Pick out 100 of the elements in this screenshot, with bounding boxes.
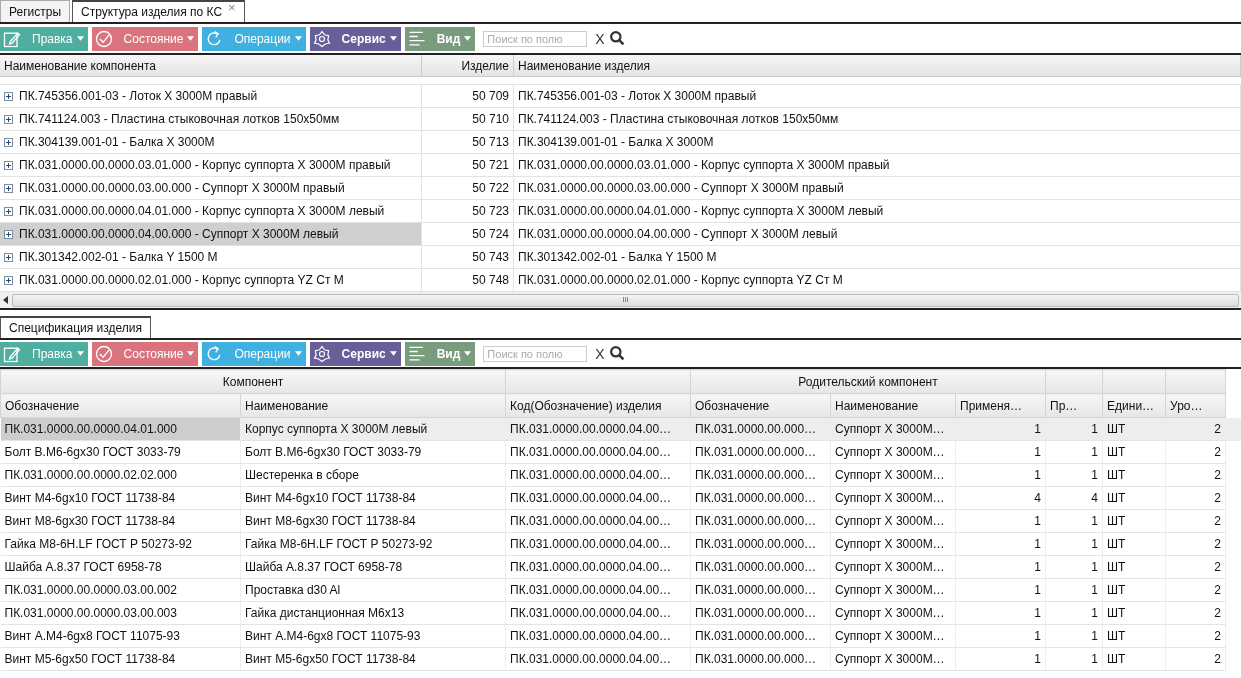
check-circle-icon [93, 343, 114, 364]
tab[interactable]: Спецификация изделия [0, 316, 151, 338]
table-row[interactable]: Винт М4-6gx10 ГОСТ 11738-84 Винт М4-6gx10 ГОСТ 11738-84 ПК.031.0000.00.0000.04.00… ПК.031.0000.00.000… Суппорт X 3000M… 4 4 ШТ 2 [0, 486, 1241, 510]
table-cell: Суппорт X 3000M… [830, 578, 956, 602]
table-cell: 50 710 [422, 108, 514, 130]
table-cell: ШТ [1102, 578, 1166, 602]
table-cell: ШТ [1102, 555, 1166, 579]
table-cell: 50 743 [422, 246, 514, 268]
grip-marks: III [622, 296, 629, 304]
column-header[interactable]: Наименование компонента [0, 55, 422, 76]
table-row[interactable]: Шайба А.8.37 ГОСТ 6958-78 Шайба А.8.37 ГОСТ 6958-78 ПК.031.0000.00.0000.04.00… ПК.031.0000.00.000… Суппорт X 3000M… 1 1 ШТ 2 [0, 555, 1241, 579]
table-cell: 50 748 [422, 269, 514, 291]
table-row[interactable]: ПК.031.0000.00.0000.03.00.002 Проставка d30 Al ПК.031.0000.00.0000.04.00… ПК.031.0000.00.000… Суппорт X 3000M… 1 1 ШТ 2 [0, 578, 1241, 602]
table-cell: ПК.031.0000.00.0000.04.00.000 - Суппорт X 3000M левый [514, 223, 1241, 245]
table-row[interactable]: ПК.031.0000.00.0000.04.01.000 Корпус суппорта X 3000M левый ПК.031.0000.00.0000.04.00… ПК.031.0000.00.000… Суппорт X 3000M… 1 1 ШТ 2 [0, 417, 1241, 441]
clear-button[interactable]: X [595, 345, 605, 362]
table-cell: Винт М8-6gx30 ГОСТ 11738-84 [240, 509, 506, 533]
table-cell: Гайка дистанционная М6x13 [240, 601, 506, 625]
table-row[interactable]: ПК.031.0000.00.0000.03.00.003 Гайка дистанционная М6x13 ПК.031.0000.00.0000.04.00… ПК.031.0000.00.000… Суппорт X 3000M… 1 1 ШТ 2 [0, 601, 1241, 625]
column-header[interactable]: Код(Обозначение) изделия [505, 393, 691, 418]
table-cell: ШТ [1102, 601, 1166, 625]
expand-icon[interactable] [4, 252, 13, 262]
table-cell: ПК.031.0000.00.000… [690, 509, 831, 533]
table-row[interactable]: Винт М5-6gx50 ГОСТ 11738-84 Винт М5-6gx50 ГОСТ 11738-84 ПК.031.0000.00.0000.04.00… ПК.031.0000.00.000… Суппорт X 3000M… 1 1 ШТ 2 [0, 647, 1241, 671]
toolbar-button[interactable]: Сервис [309, 26, 401, 51]
table-cell: 2 [1165, 532, 1226, 556]
tree-item[interactable]: ПК.031.0000.00.0000.04.00.000 - Суппорт X 3000M левый [0, 223, 422, 245]
table-cell: ПК.031.0000.00.000… [690, 440, 831, 464]
table-cell: 1 [955, 647, 1046, 671]
table-cell: 4 [1045, 486, 1103, 510]
expand-icon[interactable] [4, 160, 13, 170]
tree-item[interactable]: ПК.031.0000.00.0000.02.01.000 - Корпус суппорта YZ Ст M [0, 269, 422, 291]
table-cell: ПК.031.0000.00.0000.04.00… [505, 440, 691, 464]
table-row[interactable]: Гайка М8-6Н.LF ГОСТ Р 50273-92 Гайка М8-6Н.LF ГОСТ Р 50273-92 ПК.031.0000.00.0000.04.00… ПК.031.0000.00.000… Суппорт X 3000M… 1 1 ШТ 2 [0, 532, 1241, 556]
table-cell: Винт М5-6gx50 ГОСТ 11738-84 [240, 647, 506, 671]
table-cell: 2 [1165, 486, 1226, 510]
table-row[interactable]: Винт М8-6gx30 ГОСТ 11738-84 Винт М8-6gx30 ГОСТ 11738-84 ПК.031.0000.00.0000.04.00… ПК.031.0000.00.000… Суппорт X 3000M… 1 1 ШТ 2 [0, 509, 1241, 533]
column-header[interactable]: Применя… [955, 393, 1046, 418]
table-cell: Корпус суппорта X 3000M левый [240, 417, 506, 441]
tree-item[interactable]: ПК.031.0000.00.0000.03.00.000 - Суппорт X 3000M правый [0, 177, 422, 199]
expand-icon[interactable] [4, 229, 13, 239]
tree-item[interactable]: ПК.301342.002-01 - Балка Y 1500 M [0, 246, 422, 268]
table-cell: 1 [955, 440, 1046, 464]
search-icon[interactable] [608, 30, 626, 47]
table-cell: ПК.031.0000.00.000… [690, 532, 831, 556]
column-header[interactable]: Уро… [1165, 393, 1226, 418]
close-icon[interactable]: × [228, 2, 236, 14]
table-cell: ПК.031.0000.00.0000.04.00… [505, 555, 691, 579]
table-cell: 4 [955, 486, 1046, 510]
column-header[interactable]: Пр… [1045, 393, 1103, 418]
table-cell: ПК.031.0000.00.0000.04.00… [505, 601, 691, 625]
table-cell: 50 713 [422, 131, 514, 153]
table-cell: ПК.031.0000.00.0000.04.01.000 - Корпус суппорта X 3000M левый [514, 200, 1241, 222]
table-cell: ПК.031.0000.00.000… [690, 486, 831, 510]
table-cell: 1 [955, 532, 1046, 556]
tab[interactable]: Регистры [0, 0, 71, 22]
expand-icon[interactable] [4, 114, 13, 124]
column-header[interactable]: Наименование [240, 393, 506, 418]
scroll-left-icon[interactable] [2, 296, 8, 304]
expand-icon[interactable] [4, 137, 13, 147]
table-cell: Винт А.М4-6gx8 ГОСТ 11075-93 [0, 624, 241, 648]
clear-button[interactable]: X [595, 30, 605, 47]
search-icon[interactable] [608, 345, 626, 362]
tree-item[interactable]: ПК.031.0000.00.0000.03.01.000 - Корпус суппорта X 3000M правый [0, 154, 422, 176]
table-cell: ПК.031.0000.00.0000.04.00… [505, 486, 691, 510]
search-field[interactable]: Поиск по полю [483, 345, 588, 362]
tab[interactable]: Структура изделия по КС × [72, 0, 245, 22]
caret-icon [294, 351, 302, 356]
table-row[interactable]: Винт А.М4-6gx8 ГОСТ 11075-93 Винт А.М4-6gx8 ГОСТ 11075-93 ПК.031.0000.00.0000.04.00… ПК.031.0000.00.000… Суппорт X 3000M… 1 1 ШТ 2 [0, 624, 1241, 648]
table-cell: ПК.031.0000.00.0000.02.01.000 - Корпус суппорта YZ Ст M [514, 269, 1241, 291]
table-cell: 50 724 [422, 223, 514, 245]
expand-icon[interactable] [4, 183, 13, 193]
caret-icon [294, 36, 302, 41]
tree-item[interactable]: ПК.741124.003 - Пластина стыковочная лотков 150x50мм [0, 108, 422, 130]
column-header[interactable]: Обозначение [0, 393, 241, 418]
flower-icon [311, 343, 332, 364]
table-cell: ПК.031.0000.00.0000.04.00… [505, 509, 691, 533]
caret-icon [76, 351, 84, 356]
expand-icon[interactable] [4, 275, 13, 285]
table-cell: 2 [1165, 509, 1226, 533]
column-header[interactable]: Обозначение [690, 393, 831, 418]
table-row[interactable]: Болт В.М6-6gx30 ГОСТ 3033-79 Болт В.М6-6gx30 ГОСТ 3033-79 ПК.031.0000.00.0000.04.00… ПК.031.0000.00.000… Суппорт X 3000M… 1 1 ШТ 2 [0, 440, 1241, 464]
column-header[interactable]: Наименование изделия [514, 55, 1241, 76]
column-group-header: Компонент [0, 369, 506, 394]
table-cell: 1 [1045, 440, 1103, 464]
tree-item[interactable]: ПК.304139.001-01 - Балка X 3000M [0, 131, 422, 153]
column-header[interactable]: Едини… [1102, 393, 1166, 418]
tree-item[interactable]: ПК.745356.001-03 - Лоток X 3000M правый [0, 85, 422, 107]
expand-icon[interactable] [4, 206, 13, 216]
table-cell: ШТ [1102, 486, 1166, 510]
expand-icon[interactable] [4, 91, 13, 101]
table-row[interactable]: ПК.031.0000.00.0000.02.02.000 Шестеренка в сборе ПК.031.0000.00.0000.04.00… ПК.031.0000.00.000… Суппорт X 3000M… 1 1 ШТ 2 [0, 463, 1241, 487]
table-cell: 1 [1045, 624, 1103, 648]
check-circle-icon [93, 28, 114, 49]
table-cell: 1 [1045, 509, 1103, 533]
column-header[interactable]: Изделие [422, 55, 514, 76]
tree-item[interactable]: ПК.031.0000.00.0000.04.01.000 - Корпус суппорта X 3000M левый [0, 200, 422, 222]
column-header[interactable]: Наименование [830, 393, 956, 418]
search-field[interactable]: Поиск по полю [483, 30, 588, 47]
toolbar-button[interactable]: Сервис [309, 341, 401, 366]
